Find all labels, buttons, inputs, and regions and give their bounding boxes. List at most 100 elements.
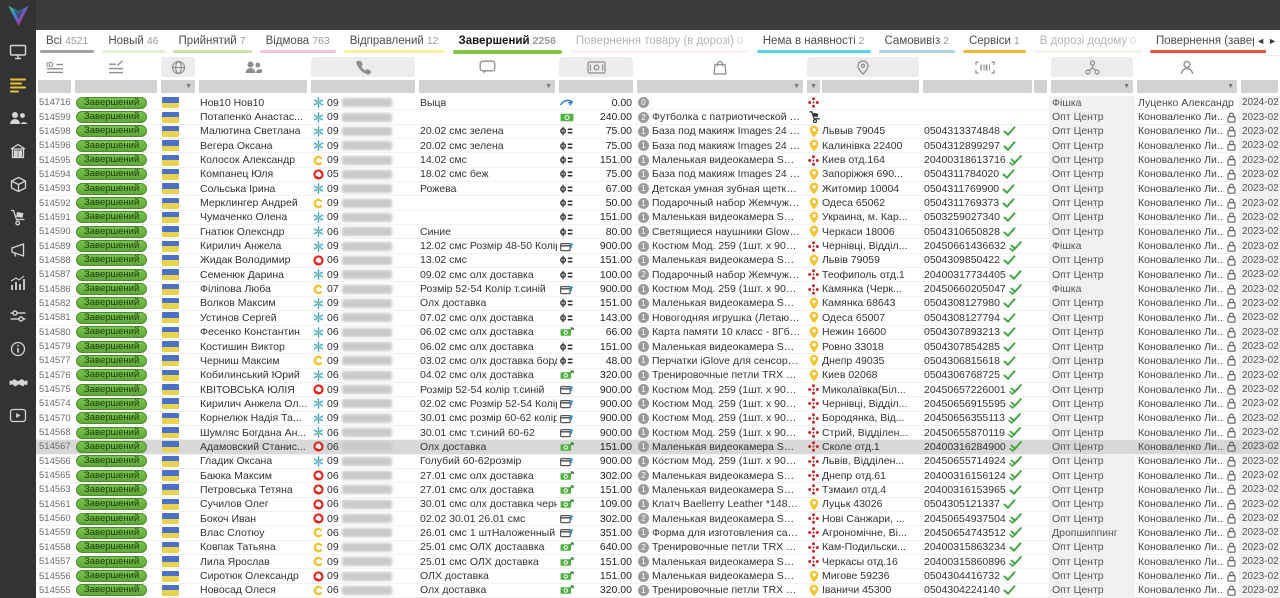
column-header-comment[interactable] <box>417 56 557 78</box>
filter-input-id[interactable] <box>38 80 71 93</box>
tab-scroll-left-icon[interactable]: ◄ <box>1256 36 1265 46</box>
order-row[interactable]: 514560ЗавершенийБокоч Иван0902.02 30.01 … <box>36 512 1280 526</box>
filter-input-manager[interactable]: ▼ <box>1137 80 1237 93</box>
filter-input-phone[interactable] <box>311 80 415 93</box>
sidebar-item-dashboard[interactable] <box>3 38 33 71</box>
sidebar-item-marketing[interactable] <box>3 236 33 269</box>
comment-column-icon <box>419 57 555 77</box>
column-header-phone[interactable] <box>309 56 417 78</box>
filter-dropdown-icon[interactable]: ▼ <box>810 83 817 90</box>
tab-10[interactable]: Сервіси1 <box>959 30 1030 56</box>
column-header-delivery[interactable] <box>805 56 921 78</box>
column-header-payment[interactable] <box>557 56 635 78</box>
order-row[interactable]: 514580ЗавершенийФесенко Константин0606.0… <box>36 326 1280 340</box>
filter-input-delivery[interactable]: ▼ <box>807 80 820 93</box>
order-row[interactable]: 514567ЗавершенийАдамовский Станис...06Ол… <box>36 440 1280 454</box>
filter-input-payment[interactable] <box>559 80 633 93</box>
filter-input-delivery[interactable] <box>822 80 919 93</box>
order-row[interactable]: 514590ЗавершенийГнатюк Олексндр06Синие80… <box>36 225 1280 239</box>
order-row[interactable]: 514555ЗавершенийНовосад Олеся06Олх доста… <box>36 584 1280 598</box>
order-row[interactable]: 514568ЗавершенийШумляс Богдана Ан...0630… <box>36 426 1280 440</box>
order-row[interactable]: 514595ЗавершенийКолосок Александр0914.02… <box>36 153 1280 167</box>
tab-5[interactable]: Відправлений12 <box>340 30 449 56</box>
column-header-operator[interactable] <box>159 56 197 78</box>
filter-input-client[interactable] <box>199 80 307 93</box>
sidebar-item-clients[interactable] <box>3 104 33 137</box>
tab-7[interactable]: Повернення товару (в дорозі)0 <box>566 30 753 56</box>
sidebar-item-products[interactable] <box>3 170 33 203</box>
order-row[interactable]: 514594ЗавершенийКомпанец Юля0518.02 смс … <box>36 168 1280 182</box>
filter-dropdown-icon[interactable]: ▼ <box>545 83 552 90</box>
order-row[interactable]: 514559ЗавершенийВлас Слотюу0626.01 смс 1… <box>36 526 1280 540</box>
sidebar-item-tutorials[interactable] <box>3 401 33 434</box>
filter-dropdown-icon[interactable]: ▼ <box>1227 83 1234 90</box>
sidebar-item-statistics[interactable] <box>3 269 33 302</box>
tab-8[interactable]: Нема в наявності2 <box>753 30 875 56</box>
sidebar-item-info[interactable] <box>3 335 33 368</box>
order-row[interactable]: 514563ЗавершенийПетровська Тетяна0627.01… <box>36 483 1280 497</box>
order-row[interactable]: 514574ЗавершенийКирилич Анжела Ол...0902… <box>36 397 1280 411</box>
order-row[interactable]: 514556ЗавершенийСиротюк Олександр09ОЛХ д… <box>36 569 1280 583</box>
tab-1[interactable]: Всі4521 <box>36 30 98 56</box>
order-row[interactable]: 514596ЗавершенийВегера Оксана0920.02 смс… <box>36 139 1280 153</box>
filter-dropdown-icon[interactable]: ▼ <box>1123 83 1130 90</box>
sidebar-item-partners[interactable] <box>3 368 33 401</box>
tab-12[interactable]: Повернення (завершений)125 <box>1146 30 1266 56</box>
order-row[interactable]: 514565ЗавершенийБаюка Максим0627.01 смс … <box>36 469 1280 483</box>
filter-input-ttn[interactable] <box>923 80 1032 93</box>
order-row[interactable]: 514581ЗавершенийУстинов Сергей0607.02 см… <box>36 311 1280 325</box>
tab-scroll-right-icon[interactable]: ► <box>1268 36 1277 46</box>
cell-order-id: 514580 <box>36 326 73 339</box>
order-row[interactable]: 514589ЗавершенийКирилич Анжела0912.02 см… <box>36 239 1280 253</box>
cell-date: 2023-02 <box>1239 541 1280 554</box>
column-header-source[interactable] <box>1049 56 1135 78</box>
column-header-ttn[interactable] <box>921 56 1049 78</box>
tab-9[interactable]: Самовивіз2 <box>875 30 959 56</box>
app-logo-icon[interactable] <box>4 2 32 28</box>
order-row[interactable]: 514593ЗавершенийСольська Ірина09Рожева67… <box>36 182 1280 196</box>
tab-3[interactable]: Прийнятий7 <box>169 30 256 56</box>
order-row[interactable]: 514591ЗавершенийЧумаченко Олена09151.001… <box>36 211 1280 225</box>
order-row[interactable]: 514582ЗавершенийВолков Максим09Олх доста… <box>36 297 1280 311</box>
order-row[interactable]: 514558ЗавершенийКовпак Татьяна0925.01 см… <box>36 541 1280 555</box>
filter-input-status[interactable] <box>75 80 157 93</box>
filter-input-operator[interactable]: ▼ <box>161 80 195 93</box>
filter-dropdown-icon[interactable]: ▼ <box>185 83 192 90</box>
column-header-date[interactable] <box>1239 56 1280 78</box>
column-header-product[interactable] <box>635 56 805 78</box>
column-header-id[interactable]: ID <box>36 56 73 78</box>
order-row[interactable]: 514561ЗавершенийСучилов Олег0630.01 смс … <box>36 498 1280 512</box>
column-header-manager[interactable] <box>1135 56 1239 78</box>
order-row[interactable]: 514586ЗавершенийФіліпова Люба07Розмір 52… <box>36 282 1280 296</box>
sidebar-item-integrations[interactable] <box>3 302 33 335</box>
tab-2[interactable]: Новый46 <box>98 30 168 56</box>
sidebar-item-company[interactable] <box>3 137 33 170</box>
tab-6[interactable]: Завершений2256 <box>449 30 566 56</box>
order-row[interactable]: 514716ЗавершенийНов10 Нов1009Выцв0.000Фі… <box>36 96 1280 110</box>
order-row[interactable]: 514577ЗавершенийЧерниш Максим0903.02 смс… <box>36 354 1280 368</box>
order-row[interactable]: 514575ЗавершенийКВІТОВСЬКА ЮЛІЯ09Розмір … <box>36 383 1280 397</box>
order-row[interactable]: 514566ЗавершенийГладик Оксана09Голубий 6… <box>36 455 1280 469</box>
tab-underline <box>344 50 445 53</box>
order-row[interactable]: 514592ЗавершенийМерклингер Андрей0950.00… <box>36 196 1280 210</box>
order-row[interactable]: 514587ЗавершенийСеменюк Дарина0909.02 см… <box>36 268 1280 282</box>
filter-input-date[interactable] <box>1241 80 1278 93</box>
order-row[interactable]: 514570ЗавершенийКорнелюк Надія Та...0930… <box>36 412 1280 426</box>
order-row[interactable]: 514588ЗавершенийЖидак Володимир0613.02 с… <box>36 254 1280 268</box>
order-row[interactable]: 514579ЗавершенийКостишин Виктор0906.02 с… <box>36 340 1280 354</box>
sidebar-item-orders[interactable] <box>3 71 33 104</box>
order-row[interactable]: 514598ЗавершенийМалютина Светлана0920.02… <box>36 125 1280 139</box>
filter-dropdown-icon[interactable]: ▼ <box>793 83 800 90</box>
column-header-client[interactable] <box>197 56 309 78</box>
filter-input-product[interactable]: ▼ <box>637 80 803 93</box>
order-row[interactable]: 514599ЗавершенийПотапенко Анастас...0924… <box>36 110 1280 124</box>
column-header-status[interactable] <box>73 56 159 78</box>
sidebar-item-supply[interactable] <box>3 203 33 236</box>
filter-input-comment[interactable]: ▼ <box>419 80 555 93</box>
tab-4[interactable]: Відмова763 <box>256 30 340 56</box>
order-row[interactable]: 514557ЗавершенийЛила Ярослав0925.01 смс … <box>36 555 1280 569</box>
filter-input-ttn[interactable] <box>1034 80 1047 93</box>
filter-input-source[interactable]: ▼ <box>1051 80 1133 93</box>
order-row[interactable]: 514576ЗавершенийКобилинський Юрий0604.02… <box>36 369 1280 383</box>
tab-11[interactable]: В дорозі додому0 <box>1030 30 1146 56</box>
